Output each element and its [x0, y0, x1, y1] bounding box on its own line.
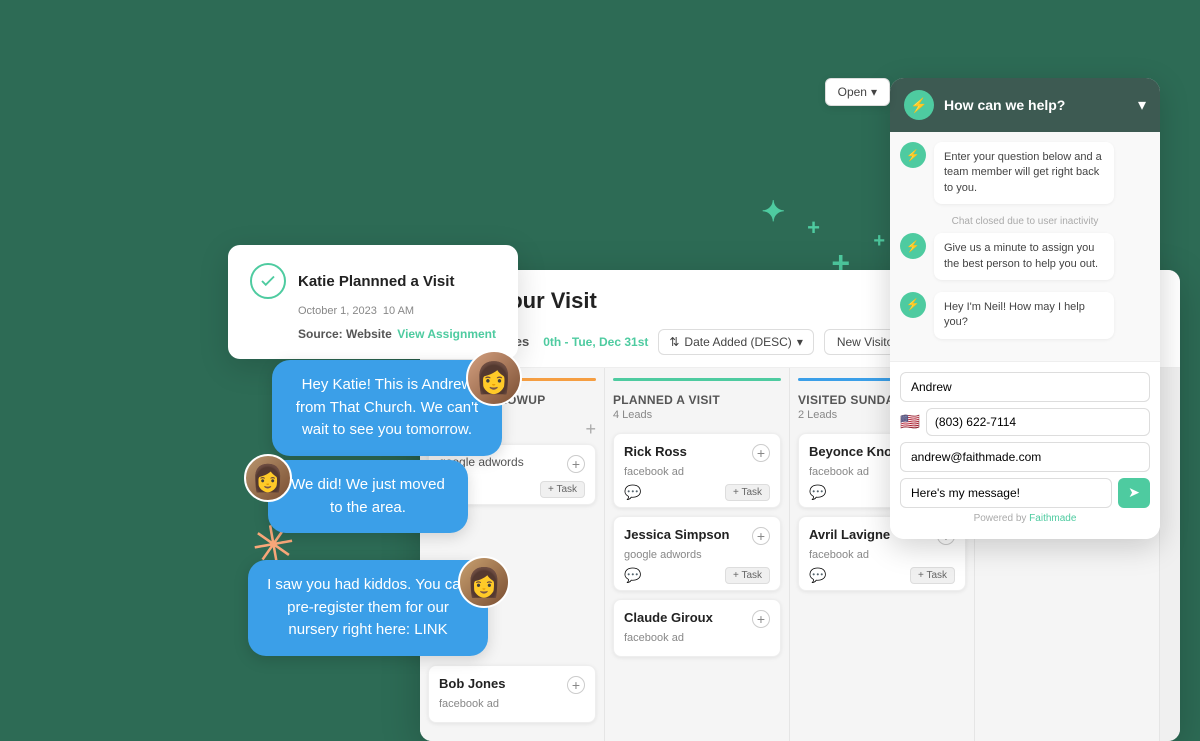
- phone-row: 🇺🇸: [900, 408, 1150, 436]
- sort-icon: ⇅: [669, 335, 679, 349]
- chat-bubble-2: We did! We just moved to the area.: [268, 460, 468, 533]
- check-circle-icon: [250, 263, 286, 299]
- card-source-rick: facebook ad: [624, 466, 770, 478]
- col-header-2: Planned a Visit 4 Leads: [613, 389, 781, 425]
- col-name-2: Planned a Visit: [613, 393, 781, 407]
- avatar-katie-3: 👩: [458, 556, 510, 608]
- message-input-row: ➤: [900, 478, 1150, 508]
- card-name-rick: Rick Ross: [624, 444, 687, 459]
- deco-plus-4: +: [873, 230, 885, 253]
- notification-card: Katie Plannned a Visit October 1, 2023 1…: [228, 245, 518, 359]
- chat-bubble-container-3: I saw you had kiddos. You can pre-regist…: [248, 560, 488, 656]
- chat-msg-3: ⚡ Give us a minute to assign you the bes…: [900, 233, 1150, 280]
- task-btn-avril[interactable]: + Task: [910, 567, 955, 584]
- card-name-avril: Avril Lavigne: [809, 527, 890, 542]
- avatar-katie-1: 👩: [466, 350, 522, 406]
- task-btn-rick[interactable]: + Task: [725, 484, 770, 501]
- card-add-btn-jessica[interactable]: +: [752, 527, 770, 545]
- chat-icon-beyonce: 💬: [809, 484, 826, 501]
- col-count-2: 4 Leads: [613, 409, 781, 421]
- chevron-open-icon: ▾: [871, 85, 877, 99]
- col-add-icon-1[interactable]: +: [585, 419, 596, 440]
- kanban-card-rick: Rick Ross + facebook ad 💬 + Task: [613, 433, 781, 508]
- card-add-btn-claude[interactable]: +: [752, 610, 770, 628]
- task-btn-google[interactable]: + Task: [540, 481, 585, 498]
- chat-bubble-container-1: Hey Katie! This is Andrew from That Chur…: [272, 360, 502, 456]
- widget-chevron-icon[interactable]: ▾: [1138, 95, 1146, 115]
- card-source-jessica: google adwords: [624, 549, 770, 561]
- card-add-btn-rick[interactable]: +: [752, 444, 770, 462]
- msg-avatar-4: ⚡: [900, 292, 926, 318]
- msg-bubble-3: Give us a minute to assign you the best …: [934, 233, 1114, 280]
- open-label: Open: [838, 85, 867, 99]
- notification-meta: October 1, 2023 10 AM: [298, 305, 496, 317]
- chat-icon-jessica: 💬: [624, 567, 641, 584]
- name-input[interactable]: [900, 372, 1150, 402]
- powered-text: Powered by: [974, 513, 1030, 524]
- card-source-claude: facebook ad: [624, 632, 770, 644]
- msg-bubble-1: Enter your question below and a team mem…: [934, 142, 1114, 204]
- col-bar-teal: [613, 378, 781, 381]
- open-badge[interactable]: Open ▾: [825, 78, 890, 106]
- deco-plus-2: +: [807, 215, 820, 241]
- msg-avatar-3: ⚡: [900, 233, 926, 259]
- card-name-jessica: Jessica Simpson: [624, 527, 730, 542]
- card-source-avril: facebook ad: [809, 549, 955, 561]
- deco-plus-1: ✦: [762, 195, 785, 228]
- chevron-down-icon: ▾: [797, 335, 803, 349]
- send-btn[interactable]: ➤: [1118, 478, 1150, 508]
- notification-title: Katie Plannned a Visit: [298, 273, 454, 290]
- powered-by: Powered by Faithmade: [900, 508, 1150, 529]
- chat-form: 🇺🇸 ➤ Powered by Faithmade: [890, 361, 1160, 539]
- email-input[interactable]: [900, 442, 1150, 472]
- msg-avatar-1: ⚡: [900, 142, 926, 168]
- card-name-bob: Bob Jones: [439, 676, 505, 691]
- card-source-bob: facebook ad: [439, 698, 585, 710]
- kanban-card-bob: Bob Jones + facebook ad: [428, 665, 596, 723]
- chat-widget-header: ⚡ How can we help? ▾: [890, 78, 1160, 132]
- chat-icon-rick: 💬: [624, 484, 641, 501]
- chat-msg-4: ⚡ Hey I'm Neil! How may I help you?: [900, 292, 1150, 339]
- source-label: Source: Website: [298, 327, 392, 341]
- chat-status-inactive: Chat closed due to user inactivity: [900, 216, 1150, 227]
- card-add-btn-bob[interactable]: +: [567, 676, 585, 694]
- message-input[interactable]: [900, 478, 1112, 508]
- notif-time: 10 AM: [383, 305, 414, 317]
- notif-date: October 1, 2023: [298, 305, 377, 317]
- filter-label: Date Added (DESC): [684, 335, 791, 349]
- widget-title: How can we help?: [944, 97, 1065, 113]
- chat-widget: ⚡ How can we help? ▾ ⚡ Enter your questi…: [890, 78, 1160, 539]
- chat-bubble-container-2: 👩 We did! We just moved to the area.: [268, 460, 468, 533]
- flag-icon: 🇺🇸: [900, 412, 920, 432]
- chat-messages-area: ⚡ Enter your question below and a team m…: [890, 132, 1160, 361]
- view-assignment-link[interactable]: View Assignment: [397, 327, 496, 341]
- widget-icon: ⚡: [904, 90, 934, 120]
- kanban-col-planned: Planned a Visit 4 Leads Rick Ross + face…: [605, 368, 790, 741]
- kanban-card-jessica: Jessica Simpson + google adwords 💬 + Tas…: [613, 516, 781, 591]
- card-add-btn-google[interactable]: +: [567, 455, 585, 473]
- card-name-claude: Claude Giroux: [624, 610, 713, 625]
- avatar-katie-2: 👩: [244, 454, 292, 502]
- filter-sort-btn[interactable]: ⇅ Date Added (DESC) ▾: [658, 329, 813, 355]
- chat-bubble-3: I saw you had kiddos. You can pre-regist…: [248, 560, 488, 656]
- task-btn-jessica[interactable]: + Task: [725, 567, 770, 584]
- phone-input[interactable]: [926, 408, 1150, 436]
- date-filter-label: 0th - Tue, Dec 31st: [543, 335, 648, 349]
- kanban-card-claude: Claude Giroux + facebook ad: [613, 599, 781, 657]
- chat-msg-1: ⚡ Enter your question below and a team m…: [900, 142, 1150, 204]
- chat-icon-avril: 💬: [809, 567, 826, 584]
- powered-link[interactable]: Faithmade: [1029, 513, 1076, 524]
- msg-bubble-4: Hey I'm Neil! How may I help you?: [934, 292, 1114, 339]
